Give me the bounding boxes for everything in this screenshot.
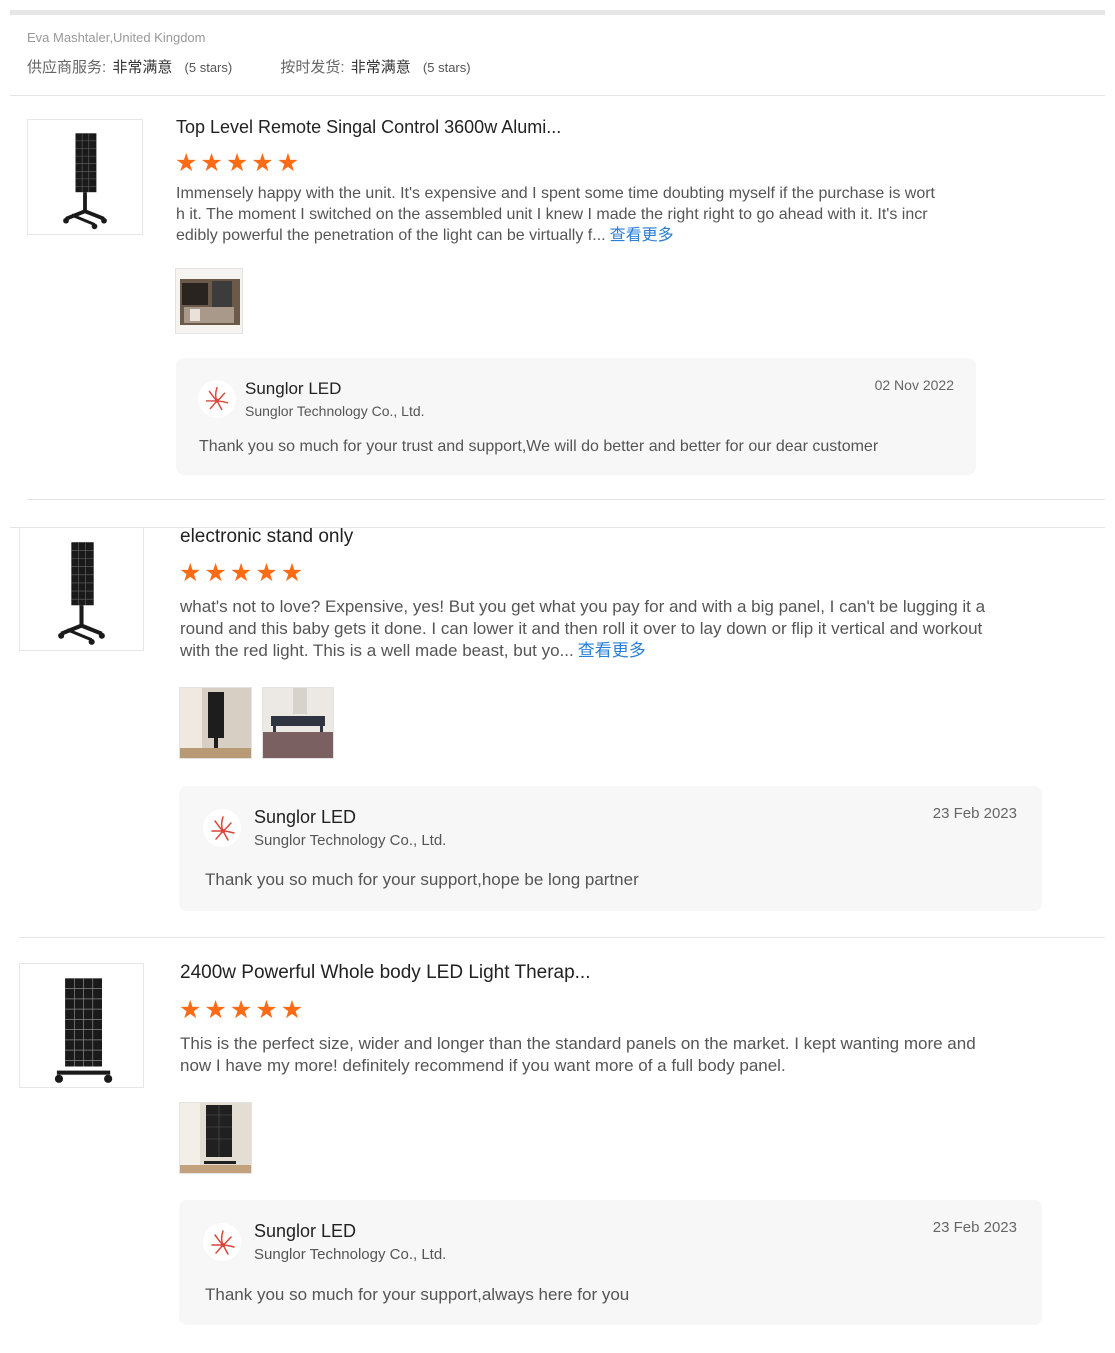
rating-stars: ★ ★ ★ ★ ★	[175, 151, 299, 176]
review-text: Immensely happy with the unit. It's expe…	[176, 183, 936, 246]
divider	[27, 499, 1105, 500]
star-icon: ★	[276, 149, 300, 177]
star-icon: ★	[229, 996, 253, 1024]
star-icon: ★	[229, 559, 253, 587]
reply-date: 23 Feb 2023	[932, 805, 1017, 822]
shipping-stars: (5 stars)	[422, 60, 471, 75]
supplier-logo-icon	[203, 1223, 241, 1261]
supplier-service-value: 非常满意	[112, 59, 173, 76]
reviewer-header: Eva Mashtaler,United Kingdom	[27, 30, 205, 45]
supplier-service-rating: 供应商服务: 非常满意 (5 stars)	[27, 56, 232, 77]
reply-date: 23 Feb 2023	[932, 1219, 1017, 1236]
star-icon: ★	[280, 559, 304, 587]
supplier-company: Sunglor Technology Co., Ltd.	[254, 1246, 447, 1263]
divider	[19, 937, 1105, 938]
product-title[interactable]: Top Level Remote Singal Control 3600w Al…	[176, 117, 561, 138]
review-text: what's not to love? Expensive, yes! But …	[180, 596, 990, 662]
supplier-company: Sunglor Technology Co., Ltd.	[254, 832, 447, 849]
shipping-rating: 按时发货: 非常满意 (5 stars)	[280, 56, 470, 77]
review-photo[interactable]	[262, 687, 334, 759]
review-photo[interactable]	[175, 268, 243, 334]
supplier-name: Sunglor LED	[254, 1221, 357, 1241]
reply-date: 02 Nov 2022	[874, 377, 954, 393]
star-icon: ★	[280, 996, 304, 1024]
top-divider	[10, 10, 1105, 15]
product-thumbnail[interactable]	[19, 527, 144, 651]
photo-image	[180, 688, 251, 758]
photo-image	[180, 1103, 251, 1173]
product-title[interactable]: electronic stand only	[180, 526, 353, 548]
star-icon: ★	[225, 149, 249, 177]
supplier-company: Sunglor Technology Co., Ltd.	[245, 403, 425, 419]
star-icon: ★	[175, 149, 198, 177]
review-photo[interactable]	[179, 687, 252, 759]
reply-text: Thank you so much for your support,hope …	[205, 870, 639, 889]
reviewer-name: Eva Mashtaler,United Kingdom	[27, 30, 206, 45]
supplier-reply: Sunglor LED Sunglor Technology Co., Ltd.…	[179, 1200, 1042, 1325]
product-thumbnail[interactable]	[27, 119, 143, 235]
divider	[10, 527, 1105, 528]
shipping-value: 非常满意	[350, 59, 411, 76]
star-icon: ★	[179, 996, 202, 1024]
review-text-content: Immensely happy with the unit. It's expe…	[176, 185, 935, 244]
star-icon: ★	[251, 149, 274, 177]
product-thumbnail[interactable]	[19, 963, 144, 1088]
review-text-content: This is the perfect size, wider and long…	[180, 1034, 976, 1075]
supplier-logo-icon	[203, 809, 241, 847]
supplier-reply: Sunglor LED Sunglor Technology Co., Ltd.…	[176, 358, 976, 475]
star-icon: ★	[204, 996, 227, 1024]
rating-stars: ★ ★ ★ ★ ★	[179, 998, 303, 1023]
star-icon: ★	[255, 996, 278, 1024]
supplier-name: Sunglor LED	[245, 379, 342, 398]
see-more-link[interactable]: 查看更多	[610, 227, 674, 244]
star-icon: ★	[200, 149, 223, 177]
product-title[interactable]: 2400w Powerful Whole body LED Light Ther…	[180, 962, 591, 984]
supplier-logo-icon	[198, 380, 236, 418]
reviewer-ratings: 供应商服务: 非常满意 (5 stars) 按时发货: 非常满意 (5 star…	[27, 56, 515, 77]
photo-image	[263, 688, 333, 758]
supplier-name: Sunglor LED	[254, 807, 357, 827]
reply-text: Thank you so much for your trust and sup…	[199, 438, 879, 455]
rating-stars: ★ ★ ★ ★ ★	[179, 561, 303, 586]
review-photo[interactable]	[179, 1102, 252, 1174]
star-icon: ★	[179, 559, 202, 587]
star-icon: ★	[204, 559, 227, 587]
divider	[10, 95, 1105, 96]
supplier-service-label: 供应商服务:	[27, 59, 107, 76]
reply-text: Thank you so much for your support,alway…	[205, 1285, 630, 1304]
photo-image	[176, 269, 242, 333]
supplier-service-stars: (5 stars)	[184, 60, 233, 75]
supplier-reply: Sunglor LED Sunglor Technology Co., Ltd.…	[179, 786, 1042, 911]
star-icon: ★	[255, 559, 278, 587]
review-text: This is the perfect size, wider and long…	[180, 1033, 990, 1077]
shipping-label: 按时发货:	[280, 59, 345, 76]
see-more-link[interactable]: 查看更多	[578, 641, 646, 660]
